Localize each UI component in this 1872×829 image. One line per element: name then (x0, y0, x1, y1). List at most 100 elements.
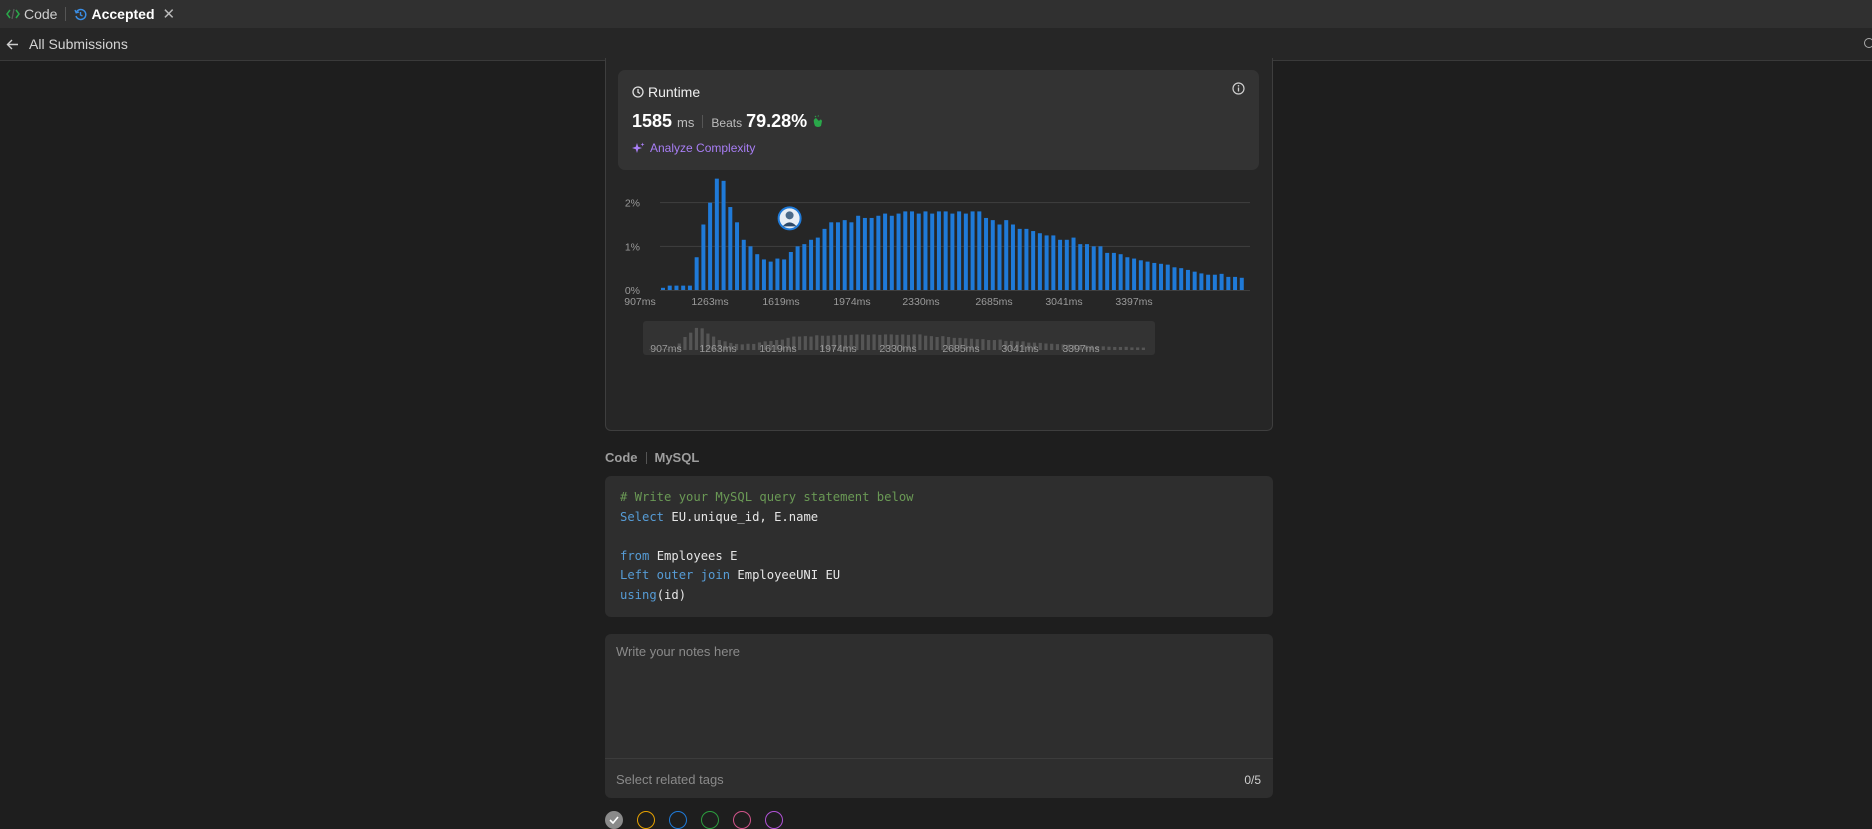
color-option-purple[interactable] (765, 811, 783, 829)
color-option-green[interactable] (701, 811, 719, 829)
histogram-bar (1199, 273, 1204, 290)
histogram-bar (1004, 220, 1009, 290)
histogram-bar (1159, 263, 1164, 290)
navigator-bar (935, 337, 939, 350)
histogram-bar (970, 211, 975, 290)
histogram-bar (930, 213, 935, 290)
runtime-unit: ms (677, 115, 695, 130)
histogram-bar (1239, 277, 1244, 290)
navigator-bar (981, 339, 985, 350)
y-tick-label: 2% (625, 198, 640, 210)
navigator-bar (740, 344, 744, 350)
histogram-bar (984, 217, 989, 290)
x-tick-label: 1974ms (833, 296, 870, 308)
histogram-bar (1145, 261, 1150, 290)
y-tick-label: 1% (625, 241, 640, 253)
tags-selector[interactable]: Select related tags (616, 772, 724, 787)
tab-code[interactable]: Code (0, 0, 63, 28)
runtime-title: Runtime (648, 84, 701, 100)
stats-divider (702, 115, 704, 128)
histogram-bar (782, 259, 787, 290)
navigator-bar (866, 334, 870, 350)
arrow-left-icon (6, 39, 19, 50)
navigator-tick-label: 1619ms (759, 343, 796, 355)
notes-divider (605, 758, 1273, 759)
histogram-bar (701, 224, 706, 290)
code-language-row: Code MySQL (605, 450, 699, 465)
code-line: using(id) (620, 586, 1258, 606)
code-keyword: Select (620, 509, 665, 524)
x-tick-label: 3397ms (1115, 296, 1152, 308)
navigator-bar (694, 327, 699, 350)
runtime-distribution-chart[interactable]: 3%2%1%0%907ms1263ms1619ms1974ms2330ms268… (606, 178, 1272, 430)
histogram-bar (910, 211, 915, 290)
x-tick-label: 3041ms (1045, 296, 1082, 308)
histogram-bar (809, 239, 814, 290)
histogram-bar (1172, 267, 1177, 290)
navigator-bar (987, 340, 991, 350)
sparkle-icon (632, 142, 645, 155)
all-submissions-link[interactable]: All Submissions (6, 36, 128, 52)
analyze-complexity-label: Analyze Complexity (650, 141, 756, 155)
histogram-bar (869, 217, 874, 290)
navigator-bar (815, 335, 819, 350)
histogram-bar (681, 285, 686, 290)
histogram-bar (997, 224, 1002, 290)
navigator-bar (746, 343, 750, 350)
histogram-bar (957, 211, 962, 290)
histogram-bar (1078, 244, 1083, 290)
histogram-bar (849, 222, 854, 290)
color-option-pink[interactable] (733, 811, 751, 829)
histogram-bar (856, 215, 861, 290)
close-icon[interactable]: ✕ (163, 5, 176, 23)
histogram-bar (829, 222, 834, 290)
color-option-blue[interactable] (669, 811, 687, 829)
code-text: (id) (656, 587, 687, 602)
code-comment: # Write your MySQL query statement below (620, 490, 914, 504)
histogram-bar (1138, 260, 1143, 290)
histogram-bar (1105, 252, 1110, 290)
code-line: # Write your MySQL query statement below (620, 488, 1258, 508)
histogram-bar (694, 257, 699, 290)
histogram-bar (708, 202, 713, 290)
histogram-bar (896, 213, 901, 290)
histogram-bar (1037, 233, 1042, 290)
histogram-bar (1024, 228, 1029, 290)
tab-accepted[interactable]: Accepted ✕ (68, 0, 181, 28)
runtime-panel: Runtime 1585 ms Beats 79.28% Analyze Com… (618, 70, 1259, 170)
histogram-bar (728, 207, 733, 290)
histogram-bar (842, 220, 847, 290)
histogram-bar (822, 228, 827, 290)
histogram-bar (916, 213, 921, 290)
analyze-complexity-button[interactable]: Analyze Complexity (632, 141, 755, 155)
notes-input[interactable] (616, 644, 1256, 744)
navigator-tick-label: 907ms (650, 343, 682, 355)
runtime-value: 1585 (632, 111, 673, 131)
navigator-bar (1050, 343, 1054, 350)
code-text: EmployeeUNI EU (730, 568, 841, 582)
runtime-heading: Runtime (632, 84, 700, 100)
histogram-bar (1058, 239, 1063, 290)
x-tick-label: 1263ms (691, 296, 728, 308)
navigator-bar (1124, 346, 1128, 350)
color-option-yellow[interactable] (637, 811, 655, 829)
navigator-bar (1118, 346, 1123, 350)
avatar[interactable] (777, 206, 802, 231)
histogram-bar (667, 285, 672, 290)
histogram-bar (1064, 239, 1069, 290)
color-option-gray[interactable] (605, 811, 623, 829)
navigator-bar (1044, 343, 1048, 350)
language-label: MySQL (654, 450, 700, 465)
code-block[interactable]: # Write your MySQL query statement below… (605, 476, 1273, 617)
navigator-bar (1055, 344, 1060, 350)
search-icon[interactable] (1864, 38, 1872, 48)
histogram-bar (795, 246, 800, 290)
histogram-bar (815, 237, 820, 290)
histogram-bar (1118, 254, 1123, 290)
submission-header: All Submissions (0, 28, 1872, 61)
info-icon[interactable] (1232, 82, 1245, 98)
navigator-tick-label: 1263ms (699, 343, 736, 355)
histogram-bar (1071, 237, 1076, 290)
navigator-bar (683, 337, 687, 350)
